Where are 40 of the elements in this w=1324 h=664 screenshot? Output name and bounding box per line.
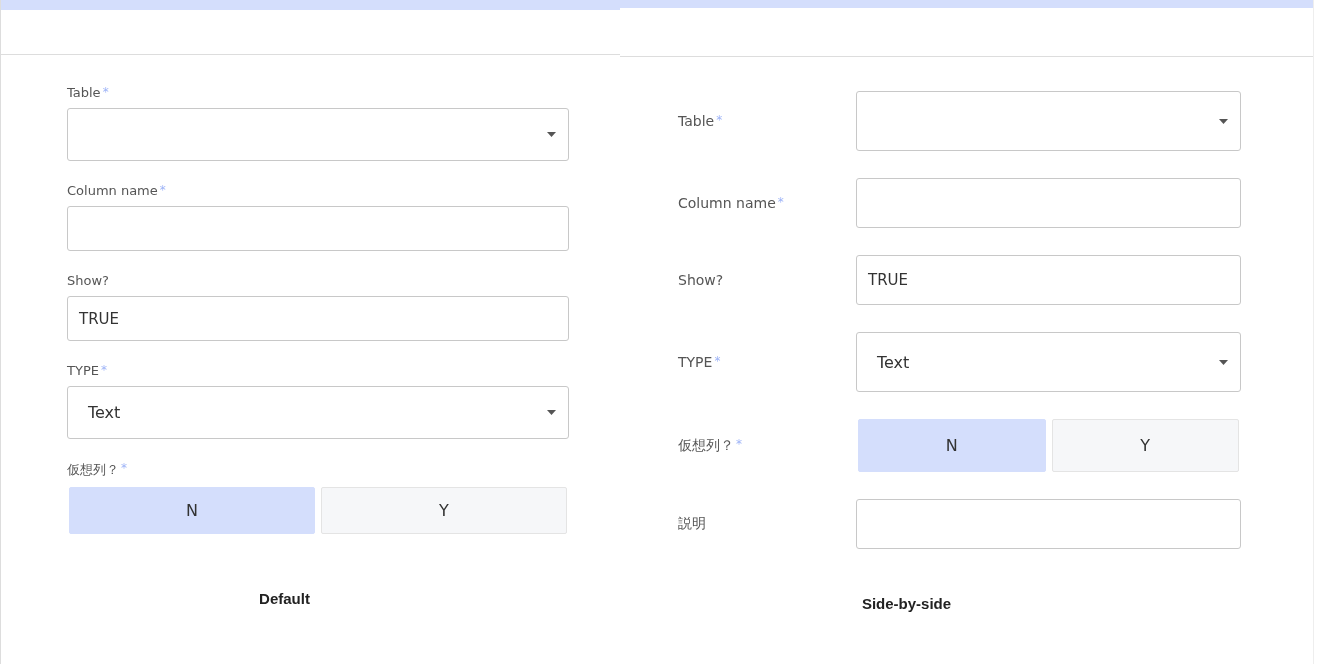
toggle-option-button[interactable]: Y — [1051, 419, 1239, 472]
field-label: Table — [678, 113, 715, 129]
required-mark: * — [736, 436, 742, 451]
layout-caption: Default — [259, 590, 310, 607]
toggle-option-button[interactable]: Y — [321, 487, 567, 534]
required-mark: * — [777, 195, 784, 209]
input-field[interactable] — [856, 499, 1241, 549]
field-label: Column name — [678, 195, 776, 211]
caret-icon — [547, 410, 556, 415]
required-mark: * — [716, 113, 723, 127]
toggle-option-button[interactable]: N — [858, 419, 1046, 472]
field-label: 仮想列？ — [678, 436, 734, 455]
input-field[interactable]: TRUE — [856, 255, 1241, 305]
field-label: 説明 — [678, 515, 706, 533]
field-label: Table — [67, 85, 101, 100]
dropdown-field[interactable] — [67, 108, 569, 161]
field-label: 仮想列？ — [67, 461, 119, 479]
input-field[interactable]: TRUE — [67, 296, 569, 341]
required-mark: * — [714, 354, 721, 368]
dropdown-field[interactable]: Text — [67, 386, 569, 439]
caret-icon — [1219, 359, 1228, 365]
required-mark: * — [121, 461, 127, 475]
field-label: Show? — [67, 273, 109, 288]
dropdown-value: Text — [877, 352, 910, 372]
dropdown-value: Text — [88, 403, 121, 422]
field-label: Column name — [67, 183, 158, 198]
input-field[interactable] — [67, 206, 569, 251]
dropdown-field[interactable]: Text — [856, 332, 1241, 392]
required-mark: * — [159, 183, 166, 197]
field-label: TYPE — [678, 354, 713, 370]
field-label: TYPE — [67, 363, 99, 378]
caret-icon — [547, 132, 556, 137]
field-label: Show? — [678, 272, 724, 288]
required-mark: * — [100, 363, 107, 377]
input-field[interactable] — [856, 178, 1241, 228]
toggle-option-button[interactable]: N — [69, 487, 315, 534]
caret-icon — [1219, 118, 1228, 124]
layout-caption: Side-by-side — [861, 595, 952, 612]
required-mark: * — [102, 85, 109, 99]
dropdown-field[interactable] — [856, 91, 1241, 151]
